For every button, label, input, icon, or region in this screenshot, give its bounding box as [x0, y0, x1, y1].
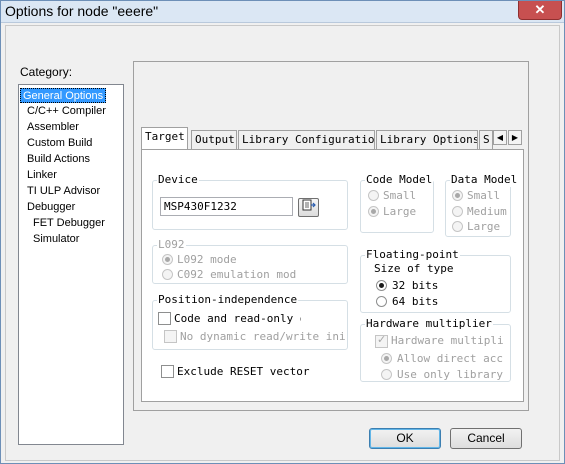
- ok-button[interactable]: OK: [369, 428, 441, 449]
- float-64-bits-radio[interactable]: [376, 296, 387, 307]
- c092-emulation-label: C092 emulation mod: [177, 268, 297, 281]
- no-dynamic-label: No dynamic read/write initi: [180, 330, 345, 343]
- device-label: Device: [157, 173, 199, 187]
- category-item-linker[interactable]: Linker: [27, 168, 57, 183]
- data-model-large-label: Large: [467, 220, 501, 233]
- exclude-reset-checkbox[interactable]: [161, 365, 174, 378]
- code-model-small-label: Small: [383, 189, 417, 202]
- tab-scroll-right-icon[interactable]: ▶: [508, 130, 522, 145]
- browse-device-icon: [302, 199, 316, 211]
- allow-direct-access-radio[interactable]: [381, 353, 392, 364]
- data-model-small-radio[interactable]: [452, 190, 463, 201]
- tab-target[interactable]: Target: [141, 127, 188, 149]
- data-model-large-radio[interactable]: [452, 221, 463, 232]
- code-model-large-label: Large: [383, 205, 417, 218]
- floating-point-label: Floating-point: [365, 248, 460, 262]
- tab-overflow[interactable]: S: [479, 130, 493, 149]
- l092-mode-label: L092 mode: [177, 253, 237, 266]
- category-item-general-options[interactable]: General Options: [20, 88, 107, 103]
- window-title: Options for node "eeere": [5, 3, 159, 19]
- category-item-debugger[interactable]: Debugger: [27, 200, 75, 215]
- use-only-library-radio[interactable]: [381, 369, 392, 380]
- tab-library-configuration[interactable]: Library Configuration: [238, 130, 375, 149]
- cancel-button[interactable]: Cancel: [450, 428, 522, 449]
- code-model-label: Code Model: [365, 173, 434, 187]
- data-model-small-label: Small: [467, 189, 501, 202]
- hardware-multiplier-check-label: Hardware multipli: [391, 334, 504, 347]
- hardware-multiplier-checkbox[interactable]: [375, 333, 388, 348]
- code-model-large-radio[interactable]: [368, 206, 379, 217]
- use-only-library-label: Use only library: [397, 368, 503, 381]
- c092-emulation-radio[interactable]: [162, 269, 173, 280]
- code-model-small-radio[interactable]: [368, 190, 379, 201]
- float-32-bits-label: 32 bits: [392, 279, 439, 292]
- float-32-bits-radio[interactable]: [376, 280, 387, 291]
- l092-label: L092: [157, 238, 186, 252]
- category-item-simulator[interactable]: Simulator: [33, 232, 79, 247]
- device-field[interactable]: MSP430F1232: [160, 197, 293, 216]
- tab-scroll-left-icon[interactable]: ◀: [493, 130, 507, 145]
- data-model-medium-radio[interactable]: [452, 206, 463, 217]
- category-item-ti-ulp-advisor[interactable]: TI ULP Advisor: [27, 184, 100, 199]
- float-64-bits-label: 64 bits: [392, 295, 439, 308]
- l092-mode-radio[interactable]: [162, 254, 173, 265]
- size-of-type-label: Size of type: [374, 262, 454, 275]
- category-list[interactable]: General Options C/C++ Compiler Assembler…: [18, 84, 124, 445]
- no-dynamic-checkbox[interactable]: [164, 330, 177, 343]
- browse-device-button[interactable]: [298, 198, 319, 217]
- category-item-build-actions[interactable]: Build Actions: [27, 152, 90, 167]
- title-bar: Options for node "eeere" ✕: [1, 1, 564, 23]
- category-item-c-compiler[interactable]: C/C++ Compiler: [27, 104, 106, 119]
- tab-library-options[interactable]: Library Options: [376, 130, 478, 149]
- category-item-fet-debugger[interactable]: FET Debugger: [33, 216, 105, 231]
- code-readonly-checkbox[interactable]: [158, 312, 171, 325]
- data-model-medium-label: Medium: [467, 205, 507, 218]
- category-label: Category:: [20, 65, 73, 79]
- close-button[interactable]: ✕: [518, 1, 562, 20]
- exclude-reset-label: Exclude RESET vector: [177, 365, 310, 378]
- hardware-multiplier-label: Hardware multiplier: [365, 317, 493, 331]
- allow-direct-access-label: Allow direct acc: [397, 352, 503, 365]
- data-model-label: Data Model: [450, 173, 519, 187]
- category-item-assembler[interactable]: Assembler: [27, 120, 79, 135]
- code-readonly-label: Code and read-only da: [174, 312, 301, 325]
- tab-output[interactable]: Output: [191, 130, 237, 149]
- category-item-custom-build[interactable]: Custom Build: [27, 136, 92, 151]
- position-independence-label: Position-independence: [157, 293, 299, 307]
